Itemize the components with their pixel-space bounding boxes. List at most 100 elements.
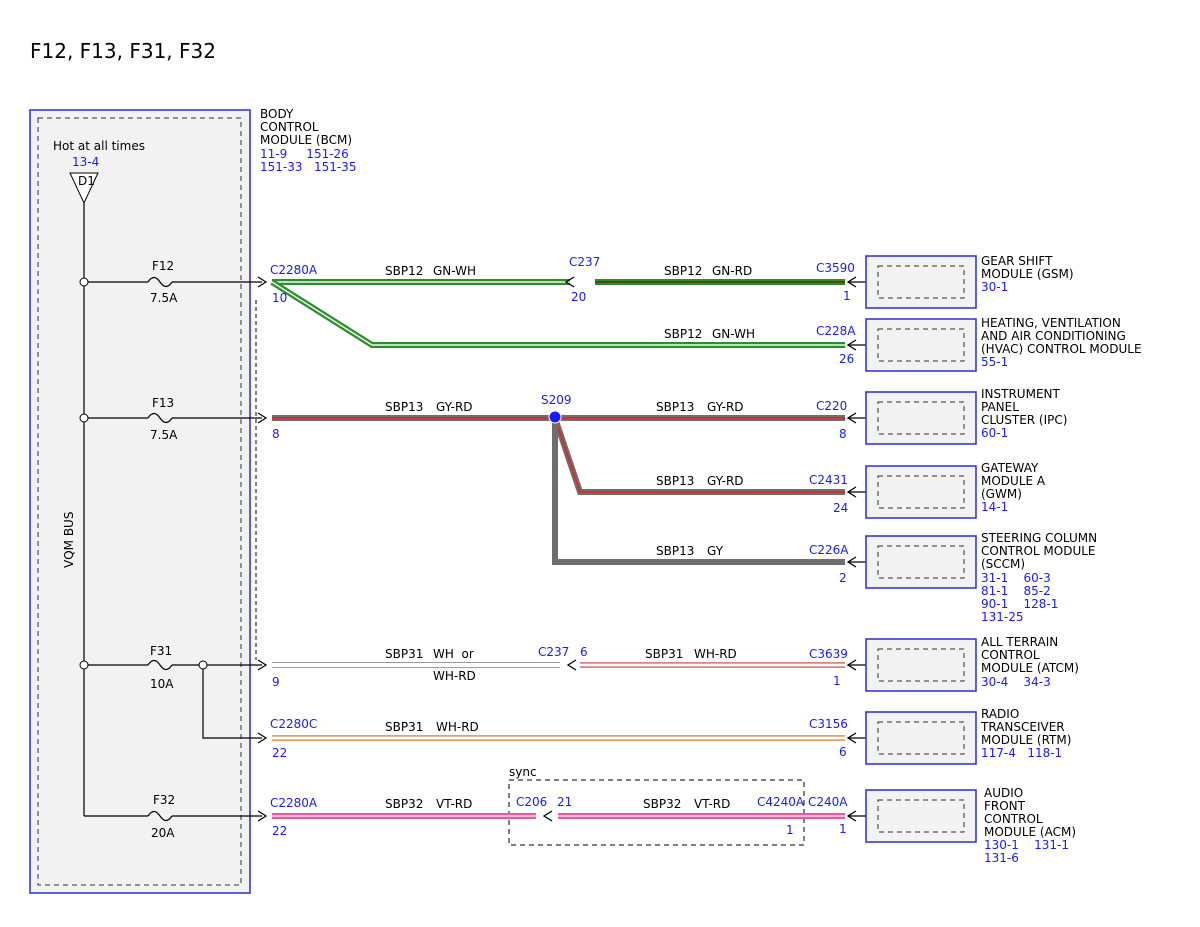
module-box bbox=[865, 638, 977, 692]
module-ref: 131-6 bbox=[984, 851, 1019, 865]
connector-label: C240A bbox=[808, 795, 848, 809]
connector-pin: 20 bbox=[571, 290, 586, 304]
wire-color: GY-RD bbox=[436, 400, 473, 414]
module-name-line: MODULE A bbox=[981, 474, 1046, 488]
module-name-line: MODULE (RTM) bbox=[981, 733, 1071, 747]
diagram-svg: F12, F13, F31, F32 Hot at all times 13-4… bbox=[29, 39, 1142, 894]
module-sccm: C226A 2 STEERING COLUMN CONTROL MODULE (… bbox=[809, 531, 1097, 624]
connector-label: C206 bbox=[516, 795, 547, 809]
module-box bbox=[865, 535, 977, 589]
wire-color: GY-RD bbox=[707, 474, 744, 488]
module-box bbox=[865, 465, 977, 519]
module-name-line: AND AIR CONDITIONING bbox=[981, 329, 1126, 343]
module-ref: 30-1 bbox=[981, 280, 1008, 294]
wire-circuit: SBP12 bbox=[664, 264, 702, 278]
wire-color: VT-RD bbox=[436, 797, 472, 811]
module-name-line: HEATING, VENTILATION bbox=[981, 316, 1121, 330]
wire-color: WH or bbox=[433, 647, 474, 661]
bcm-name-2: CONTROL bbox=[260, 120, 319, 134]
connector-pin: 1 bbox=[839, 822, 847, 836]
connector-pin: 22 bbox=[272, 746, 287, 760]
module-ref: 30-4 34-3 bbox=[981, 675, 1051, 689]
module-box bbox=[865, 255, 977, 309]
module-name-line: TRANSCEIVER bbox=[980, 720, 1065, 734]
bcm-name-1: BODY bbox=[260, 107, 294, 121]
module-ref: 55-1 bbox=[981, 355, 1008, 369]
connector-pin: 9 bbox=[272, 675, 280, 689]
bcm-label: BODY CONTROL MODULE (BCM) 11-9 151-26 15… bbox=[255, 107, 356, 660]
module-ref: 60-1 bbox=[981, 426, 1008, 440]
module-name-line: PANEL bbox=[981, 400, 1019, 414]
wire-circuit: SBP32 bbox=[385, 797, 423, 811]
connector-pin: 2 bbox=[839, 571, 847, 585]
bcm-name-3: MODULE (BCM) bbox=[260, 133, 352, 147]
module-name-line: CONTROL bbox=[981, 648, 1040, 662]
module-ref: 14-1 bbox=[981, 500, 1008, 514]
connector-pin: 6 bbox=[580, 645, 588, 659]
arrow-icon bbox=[542, 810, 553, 822]
sync-dashed-box bbox=[508, 779, 805, 846]
arrow-icon bbox=[566, 659, 577, 671]
fuse-name: F31 bbox=[150, 644, 172, 658]
splice-label: S209 bbox=[541, 393, 572, 407]
module-ref: 130-1 131-1 bbox=[984, 838, 1069, 852]
wire-circuit: SBP13 bbox=[385, 400, 423, 414]
vqm-frame bbox=[29, 109, 251, 894]
fuse-name: F12 bbox=[152, 259, 174, 273]
hot-label: Hot at all times bbox=[53, 139, 145, 153]
connector-pin: 6 bbox=[839, 745, 847, 759]
connector-pin: 8 bbox=[839, 427, 847, 441]
wire-circuit: SBP12 bbox=[664, 327, 702, 341]
module-name-line: MODULE (GSM) bbox=[981, 267, 1074, 281]
wire-circuit: SBP31 bbox=[385, 647, 423, 661]
module-gsm: C3590 1 GEAR SHIFT MODULE (GSM) 30-1 bbox=[816, 254, 1074, 309]
connector-label: C2280A bbox=[270, 263, 318, 277]
connector-pin: 1 bbox=[843, 289, 851, 303]
module-name-line: GEAR SHIFT bbox=[981, 254, 1053, 268]
connector-label: C220 bbox=[816, 399, 847, 413]
connector-label: C237 bbox=[538, 645, 569, 659]
wire-color: GN-WH bbox=[712, 327, 755, 341]
module-name-line: MODULE (ATCM) bbox=[981, 661, 1079, 675]
connector-label: C2280A bbox=[270, 796, 318, 810]
module-box bbox=[865, 711, 977, 765]
module-name-line: CONTROL MODULE bbox=[981, 544, 1096, 558]
fuse-rating: 20A bbox=[151, 826, 175, 840]
wire-color: GN-RD bbox=[712, 264, 752, 278]
page-title: F12, F13, F31, F32 bbox=[30, 39, 216, 63]
connector-pin: 10 bbox=[272, 291, 287, 305]
sync-label: sync bbox=[509, 765, 537, 779]
fuse-name: F13 bbox=[152, 396, 174, 410]
connector-pin: 26 bbox=[839, 352, 854, 366]
module-box bbox=[865, 789, 977, 843]
module-name-line: ALL TERRAIN bbox=[981, 635, 1058, 649]
wire-color-alt: WH-RD bbox=[433, 669, 476, 683]
module-name-line: RADIO bbox=[981, 707, 1019, 721]
connector-pin: 24 bbox=[833, 501, 848, 515]
module-hvac: C228A 26 HEATING, VENTILATION AND AIR CO… bbox=[816, 316, 1142, 372]
wire-circuit: SBP31 bbox=[645, 647, 683, 661]
connector-label: C3156 bbox=[809, 717, 848, 731]
connector-label: C2280C bbox=[270, 717, 317, 731]
module-name-line: (HVAC) CONTROL MODULE bbox=[981, 342, 1142, 356]
module-name-line: CLUSTER (IPC) bbox=[981, 413, 1067, 427]
wire-color: WH-RD bbox=[694, 647, 737, 661]
module-ref: 117-4 118-1 bbox=[981, 746, 1062, 760]
module-box bbox=[865, 318, 977, 372]
source-label: D1 bbox=[78, 174, 95, 188]
bus-label: VQM BUS bbox=[62, 512, 76, 568]
module-name-line: CONTROL bbox=[984, 812, 1043, 826]
splice-node bbox=[548, 410, 562, 424]
bus-node bbox=[79, 277, 89, 287]
connector-pin: 22 bbox=[272, 824, 287, 838]
module-ref: 81-1 85-2 bbox=[981, 584, 1051, 598]
connector-label: C237 bbox=[569, 255, 600, 269]
connector-pin: 8 bbox=[272, 427, 280, 441]
wire-circuit: SBP13 bbox=[656, 474, 694, 488]
vqm-block: Hot at all times 13-4 D1 VQM BUS bbox=[29, 109, 251, 894]
connector-label: C228A bbox=[816, 324, 856, 338]
connector-label: C3590 bbox=[816, 261, 855, 275]
module-name-line: STEERING COLUMN bbox=[981, 531, 1097, 545]
fuse-rating: 7.5A bbox=[150, 428, 178, 442]
module-name-line: (SCCM) bbox=[981, 557, 1025, 571]
